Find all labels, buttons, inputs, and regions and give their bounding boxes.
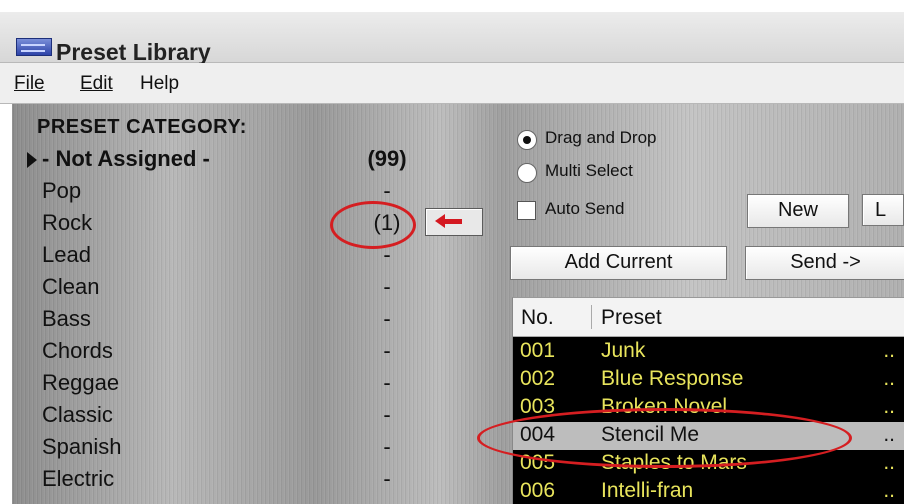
category-count: (99): [367, 146, 407, 171]
send-button[interactable]: Send ->: [745, 246, 904, 280]
category-count: -: [383, 434, 391, 459]
menu-file[interactable]: File: [14, 73, 45, 95]
window-title: Preset Library: [56, 39, 211, 65]
category-label: Chords: [42, 338, 113, 363]
menu-bar: File Edit Help: [0, 63, 904, 104]
preset-number: 002: [520, 367, 556, 390]
stencil-me-highlight-oval: [477, 408, 852, 468]
partially-visible-button[interactable]: L: [862, 194, 904, 226]
preset-library-app-icon: [16, 38, 52, 56]
rock-count-highlight-oval: [330, 201, 416, 249]
preset-name: Blue Response: [601, 367, 744, 390]
preset-row-junk[interactable]: 001 Junk ..: [513, 338, 904, 366]
preset-category-title: PRESET CATEGORY:: [37, 116, 247, 138]
category-label: Pop: [42, 178, 82, 203]
preset-name: Intelli-fran: [601, 479, 694, 502]
new-button[interactable]: New: [747, 194, 849, 228]
triangle-right-icon: [27, 152, 37, 168]
preset-number: 006: [520, 479, 556, 502]
category-label: Classic: [42, 402, 113, 427]
preset-list-header: No. Preset: [513, 298, 904, 337]
preset-more: ..: [883, 479, 895, 502]
category-count: -: [383, 466, 391, 491]
preset-more: ..: [883, 423, 895, 446]
auto-send-label: Auto Send: [545, 199, 625, 218]
category-label: Electric: [42, 466, 115, 491]
drag-and-drop-radio[interactable]: [517, 130, 537, 150]
menu-file-label: File: [14, 73, 45, 94]
drag-and-drop-label: Drag and Drop: [545, 128, 657, 147]
preset-more: ..: [883, 367, 895, 390]
category-count: -: [383, 178, 391, 203]
menu-edit-label: Edit: [80, 73, 113, 94]
category-count: -: [383, 338, 391, 363]
menu-edit[interactable]: Edit: [80, 73, 113, 95]
menu-help[interactable]: Help: [140, 73, 179, 95]
category-label: Spanish: [42, 434, 122, 459]
multi-select-label: Multi Select: [545, 161, 633, 180]
category-label: Lead: [42, 242, 91, 267]
category-label: Reggae: [42, 370, 120, 395]
category-count: -: [383, 402, 391, 427]
category-label: Bass: [42, 306, 91, 331]
auto-send-checkbox[interactable]: [517, 201, 536, 220]
category-count: -: [383, 274, 391, 299]
category-label: - Not Assigned -: [42, 146, 210, 171]
left-arrow-icon: [435, 214, 462, 228]
preset-row-blue-response[interactable]: 002 Blue Response ..: [513, 366, 904, 394]
title-bar: Preset Library: [0, 12, 904, 65]
category-count: -: [383, 306, 391, 331]
preset-more: ..: [883, 451, 895, 474]
multi-select-radio[interactable]: [517, 163, 537, 183]
add-current-button[interactable]: Add Current: [510, 246, 727, 280]
column-divider: [591, 305, 592, 329]
category-label: Rock: [42, 210, 93, 235]
preset-more: ..: [883, 395, 895, 418]
column-header-number[interactable]: No.: [521, 306, 554, 330]
preset-name: Junk: [601, 339, 646, 362]
preset-row-intelli-fran[interactable]: 006 Intelli-fran ..: [513, 478, 904, 504]
preset-list[interactable]: No. Preset 001 Junk .. 002 Blue Response…: [512, 297, 904, 504]
preset-more: ..: [883, 339, 895, 362]
category-label: Clean: [42, 274, 100, 299]
category-count: -: [383, 370, 391, 395]
preset-library-window: Preset Library File Edit Help PRESET CAT…: [0, 0, 904, 504]
assign-to-category-button[interactable]: [425, 208, 483, 236]
column-header-preset[interactable]: Preset: [601, 306, 662, 330]
preset-number: 001: [520, 339, 556, 362]
